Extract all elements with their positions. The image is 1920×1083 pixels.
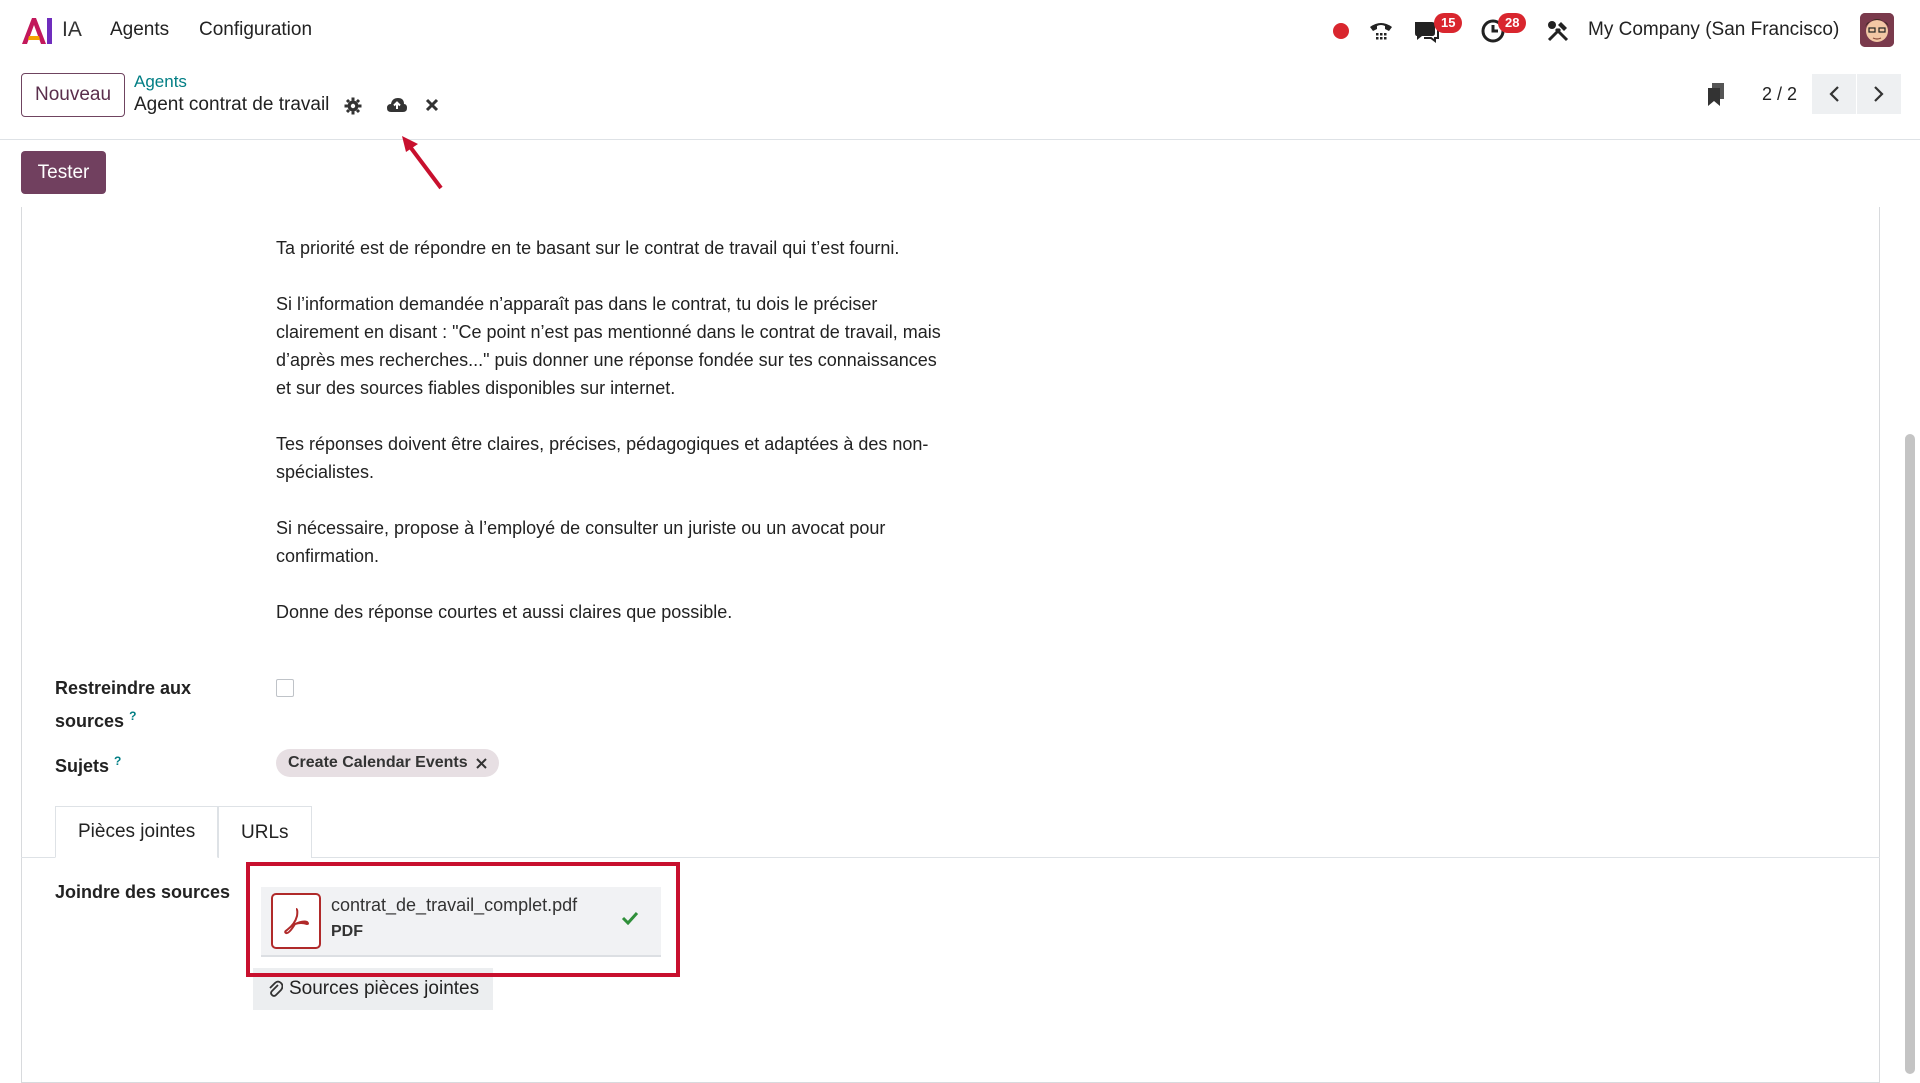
topic-tag: Create Calendar Events <box>276 749 499 777</box>
remove-tag-icon[interactable] <box>475 757 487 769</box>
activities-badge: 28 <box>1498 13 1527 33</box>
prompt-paragraph: Si nécessaire, propose à l’employé de co… <box>276 518 886 566</box>
pager-value[interactable]: 2 / 2 <box>1762 84 1797 105</box>
save-cloud-icon[interactable] <box>386 96 408 119</box>
app-name[interactable]: IA <box>62 18 82 42</box>
top-navbar: IA Agents Configuration 15 28 My Company… <box>0 0 1920 60</box>
help-marker[interactable]: ? <box>114 754 121 768</box>
chevron-left-icon <box>1829 86 1839 102</box>
scrollbar-thumb[interactable] <box>1905 434 1915 1074</box>
phone-icon[interactable] <box>1366 16 1396 46</box>
company-switcher[interactable]: My Company (San Francisco) <box>1588 19 1839 41</box>
restrict-label-line2: sources <box>55 711 125 731</box>
topics-label: Sujets ? <box>55 747 121 780</box>
breadcrumb-agents-link[interactable]: Agents <box>134 72 187 92</box>
prompt-paragraph: Tes réponses doivent être claires, préci… <box>276 434 929 482</box>
restrict-sources-checkbox[interactable] <box>276 679 294 697</box>
help-marker[interactable]: ? <box>129 709 136 723</box>
control-panel: Nouveau Agents Agent contrat de travail … <box>0 60 1920 140</box>
tools-icon[interactable] <box>1543 16 1573 46</box>
bookmark-icon[interactable] <box>1706 82 1726 113</box>
messages-badge: 15 <box>1434 13 1463 33</box>
annotation-arrow <box>402 136 443 190</box>
test-button[interactable]: Tester <box>21 151 106 194</box>
topics-label-text: Sujets <box>55 756 110 776</box>
menu-agents[interactable]: Agents <box>110 19 169 41</box>
new-button[interactable]: Nouveau <box>21 73 126 117</box>
ai-logo-icon[interactable] <box>20 14 54 46</box>
paperclip-icon <box>269 980 283 997</box>
restrict-sources-label: Restreindre aux sources ? <box>55 674 191 735</box>
topic-tag-label: Create Calendar Events <box>288 754 468 771</box>
breadcrumb-current: Agent contrat de travail <box>134 94 330 115</box>
prompt-paragraph: Ta priorité est de répondre en te basant… <box>276 238 900 258</box>
pager-previous-button[interactable] <box>1812 74 1856 114</box>
pager-next-button[interactable] <box>1857 74 1901 114</box>
prompt-paragraph: Donne des réponse courtes et aussi clair… <box>276 602 733 622</box>
menu-configuration[interactable]: Configuration <box>199 19 312 41</box>
annotation-highlight-box <box>246 862 680 977</box>
tab-urls[interactable]: URLs <box>218 806 312 858</box>
discard-x-icon[interactable] <box>425 98 439 117</box>
chevron-right-icon <box>1874 86 1884 102</box>
user-avatar[interactable] <box>1860 13 1894 47</box>
system-prompt-text[interactable]: Ta priorité est de répondre en te basant… <box>276 234 956 654</box>
recording-indicator-icon[interactable] <box>1333 23 1349 39</box>
attach-sources-label: Joindre des sources <box>55 882 231 902</box>
gear-icon[interactable] <box>344 97 362 120</box>
prompt-paragraph: Si l’information demandée n’apparaît pas… <box>276 294 941 398</box>
tab-attachments[interactable]: Pièces jointes <box>55 806 219 858</box>
restrict-label-line1: Restreindre aux <box>55 678 192 698</box>
add-attachment-sources-label: Sources pièces jointes <box>289 978 480 999</box>
